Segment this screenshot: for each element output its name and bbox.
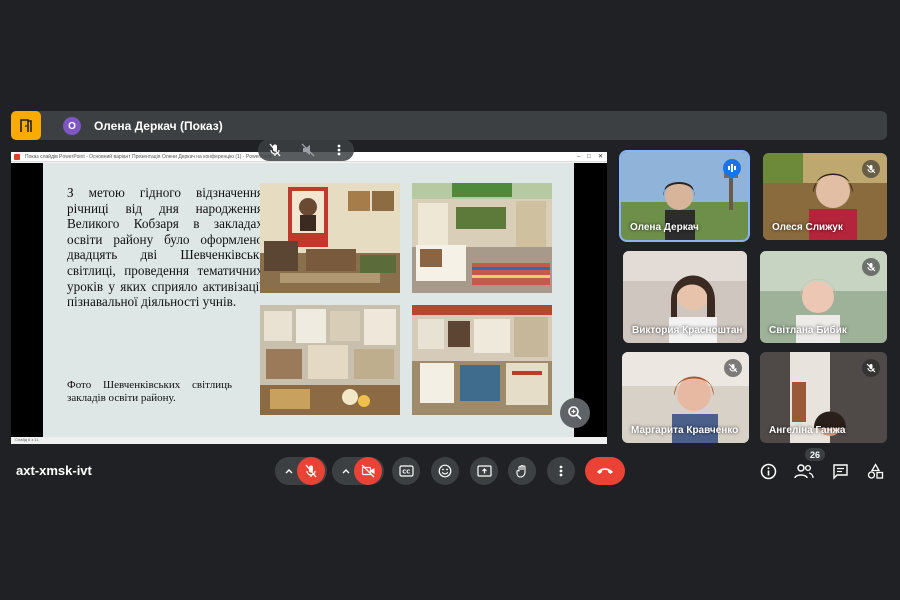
participant-name: Ангеліна Ганжа: [769, 425, 846, 436]
participant-name: Маргарита Кравченко: [631, 425, 739, 436]
participant-tile[interactable]: Виктория Красноштан: [623, 251, 747, 343]
muted-indicator: [862, 258, 880, 276]
participant-name: Олеся Слижук: [772, 222, 843, 233]
reactions-button[interactable]: [431, 457, 459, 485]
meeting-code: axt-xmsk-ivt: [16, 463, 92, 478]
slide-photo-exhibition: [412, 305, 552, 415]
participant-name: Олена Деркач: [630, 222, 699, 233]
camera-toggle[interactable]: [354, 457, 382, 485]
letterbox-right: [574, 163, 607, 437]
participant-tile[interactable]: Олеся Слижук: [763, 153, 887, 240]
participant-tile[interactable]: Світлана Бибик: [760, 251, 887, 343]
zoom-button[interactable]: [560, 398, 590, 428]
mic-off-icon: [866, 262, 876, 272]
more-vert-icon[interactable]: [336, 143, 342, 157]
slide-body-text: З метою гідного відзначення річниці від …: [67, 185, 263, 310]
presenter-title: Олена Деркач (Показ): [94, 119, 223, 133]
mic-off-icon: [866, 164, 876, 174]
chat-icon: [832, 463, 848, 480]
mic-off-icon[interactable]: [268, 143, 282, 157]
participant-tile[interactable]: Ангеліна Ганжа: [760, 352, 887, 443]
more-vert-icon: [559, 465, 563, 477]
participant-tile[interactable]: Маргарита Кравченко: [622, 352, 749, 443]
mute-audio-icon[interactable]: [301, 143, 315, 157]
chevron-up-icon: [285, 469, 293, 474]
people-button[interactable]: [793, 460, 815, 482]
presenter-avatar: О: [63, 117, 81, 135]
more-options-button[interactable]: [547, 457, 575, 485]
powerpoint-statusbar: Слайд 6 з 11: [11, 437, 607, 444]
chevron-up-icon: [342, 469, 350, 474]
presentation-slide: З метою гідного відзначення річниці від …: [43, 163, 574, 437]
slide-caption: Фото Шевченківських світлиць закладів ос…: [67, 379, 232, 404]
shared-screen: Показ слайдів PowerPoint - Основний варі…: [11, 152, 607, 444]
present-to-all-icon: [476, 465, 492, 477]
participant-name: Виктория Красноштан: [632, 325, 743, 336]
svg-text:CC: CC: [402, 470, 410, 476]
audio-level-icon: [728, 164, 736, 172]
captions-button[interactable]: CC: [392, 457, 420, 485]
activities-button[interactable]: [11, 111, 41, 140]
speaking-indicator: [723, 159, 741, 177]
present-screen-button[interactable]: [470, 457, 498, 485]
shared-window-title: Показ слайдів PowerPoint - Основний варі…: [25, 154, 272, 160]
minimize-icon: –: [577, 154, 581, 160]
letterbox-left: [11, 163, 43, 437]
participant-name: Світлана Бибик: [769, 325, 847, 336]
close-icon: ✕: [598, 154, 604, 160]
mic-off-icon: [866, 363, 876, 373]
mic-off-icon: [728, 363, 738, 373]
emoji-icon: [438, 464, 452, 478]
participant-tile[interactable]: Олена Деркач: [619, 150, 750, 242]
hand-icon: [516, 464, 526, 478]
maximize-icon: □: [587, 154, 591, 160]
slide-counter: Слайд 6 з 11: [15, 437, 39, 442]
info-icon: [760, 463, 776, 479]
muted-indicator: [724, 359, 742, 377]
raise-hand-button[interactable]: [508, 457, 536, 485]
activities-tools-button[interactable]: [864, 460, 886, 482]
leave-call-button[interactable]: [585, 457, 625, 485]
chat-button[interactable]: [829, 460, 851, 482]
zoom-in-icon: [568, 406, 582, 420]
people-icon: [794, 464, 814, 479]
videocam-off-icon: [361, 464, 374, 478]
meeting-details-button[interactable]: [757, 460, 779, 482]
tile-hover-toolbar: [258, 139, 354, 161]
closed-captions-icon: CC: [398, 465, 414, 477]
muted-indicator: [862, 359, 880, 377]
muted-indicator: [862, 160, 880, 178]
powerpoint-icon: [14, 154, 20, 160]
door-icon: [20, 118, 32, 132]
slide-photo-room-portrait: [260, 183, 400, 293]
slide-photo-wall-displays: [260, 305, 400, 415]
microphone-toggle[interactable]: [297, 457, 325, 485]
mic-off-icon: [305, 464, 317, 478]
shapes-icon: [867, 462, 883, 479]
slide-photo-room-table: [412, 183, 552, 293]
call-end-icon: [597, 468, 613, 474]
